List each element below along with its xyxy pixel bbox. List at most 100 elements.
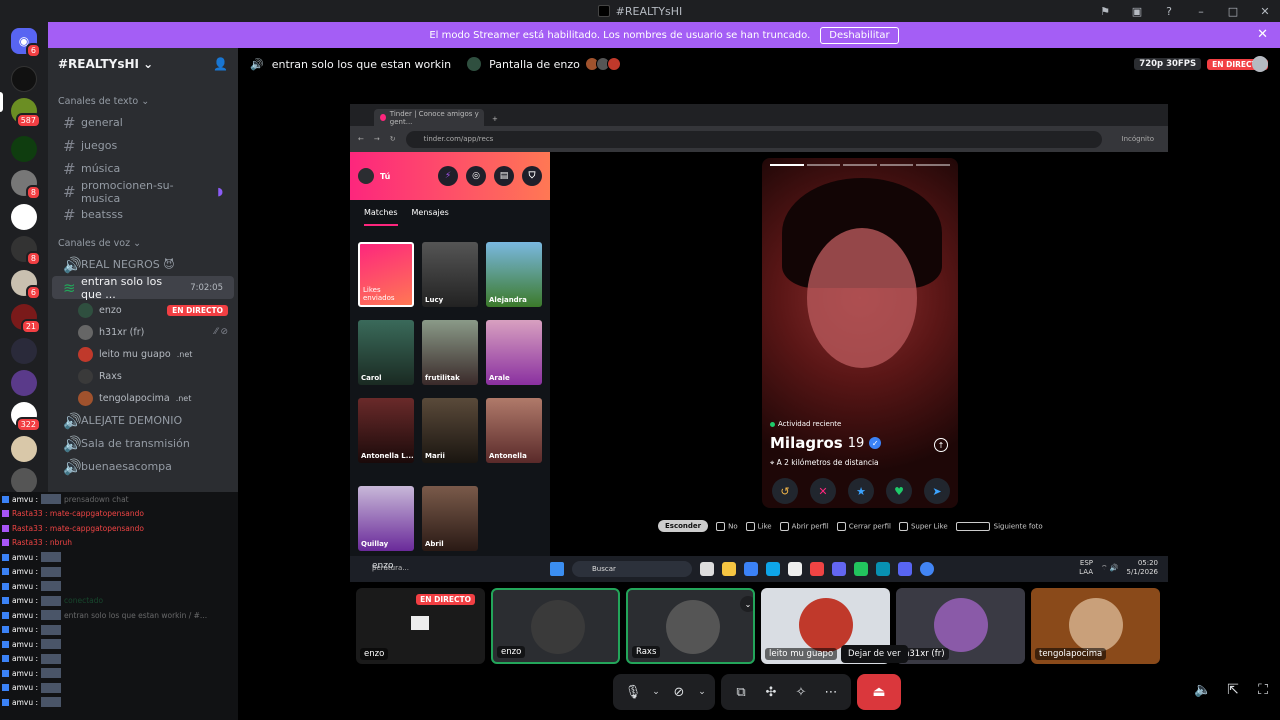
server-9[interactable] bbox=[11, 338, 37, 364]
voice-channel-alejate[interactable]: 🔊 ALEJATE DEMONIO bbox=[52, 409, 234, 432]
voice-user-tengolapocima[interactable]: tengolapocima .net bbox=[48, 387, 238, 409]
app-icon[interactable] bbox=[700, 562, 714, 576]
voice-channel-sala[interactable]: 🔊 Sala de transmisión bbox=[52, 432, 234, 455]
maximize-button[interactable]: □ bbox=[1226, 4, 1240, 18]
participant-tile-enzo[interactable]: enzo bbox=[491, 588, 620, 664]
chrome-icon[interactable] bbox=[920, 562, 934, 576]
app-icon[interactable] bbox=[876, 562, 890, 576]
server-4[interactable]: 8 bbox=[11, 170, 41, 200]
voice-channel-real-negros[interactable]: 🔊 REAL NEGROS 😈 bbox=[52, 253, 234, 276]
chevron-down-icon[interactable]: ⌄ bbox=[649, 678, 663, 706]
participant-tile-enzo-stream[interactable]: EN DIRECTO enzo bbox=[356, 588, 485, 664]
fullscreen-icon[interactable]: ⛶ bbox=[1256, 682, 1270, 698]
app-icon[interactable] bbox=[788, 562, 802, 576]
taskbar-search[interactable]: Buscar bbox=[572, 561, 692, 577]
participant-tile-raxs[interactable]: ⌄ Raxs bbox=[626, 588, 755, 664]
volume-icon[interactable]: 🔈 bbox=[1194, 682, 1211, 698]
add-user-icon[interactable]: 👤 bbox=[213, 57, 228, 71]
more-options-icon[interactable]: ⋯ bbox=[817, 678, 845, 706]
briefcase-icon[interactable]: ▤ bbox=[494, 166, 514, 186]
server-12[interactable] bbox=[11, 436, 37, 462]
nope-icon[interactable]: ✕ bbox=[810, 478, 836, 504]
chevron-down-icon[interactable]: ⌄ bbox=[740, 596, 753, 612]
voice-category[interactable]: Canales de voz ⌄ bbox=[48, 226, 238, 253]
match-tile[interactable]: Alejandra bbox=[486, 242, 542, 307]
screen-share-icon[interactable]: ⧉ bbox=[727, 678, 755, 706]
folder-icon[interactable] bbox=[722, 562, 736, 576]
chevron-down-icon[interactable]: ⌄ bbox=[695, 678, 709, 706]
match-tile[interactable]: Antonella L... bbox=[358, 398, 414, 463]
match-tile[interactable]: frutilitak bbox=[422, 320, 478, 385]
text-category[interactable]: Canales de texto ⌄ bbox=[48, 80, 238, 111]
browser-tab[interactable]: Tinder | Conoce amigos y gent... bbox=[374, 109, 484, 126]
soundboard-icon[interactable]: ✧ bbox=[787, 678, 815, 706]
like-icon[interactable]: ♥ bbox=[886, 478, 912, 504]
rewind-icon[interactable]: ↺ bbox=[772, 478, 798, 504]
reload-icon[interactable]: ↻ bbox=[390, 135, 396, 143]
app-icon[interactable] bbox=[744, 562, 758, 576]
channel-juegos[interactable]: # juegos bbox=[52, 134, 234, 157]
server-13[interactable] bbox=[11, 468, 37, 494]
voice-user-raxs[interactable]: Raxs bbox=[48, 365, 238, 387]
match-tile[interactable]: Abril bbox=[422, 486, 478, 551]
stop-watching-button[interactable]: ⏏ bbox=[857, 674, 901, 710]
activities-icon[interactable]: ✣ bbox=[757, 678, 785, 706]
likes-sent-tile[interactable]: Likes enviados bbox=[358, 242, 414, 307]
explore-icon[interactable]: ◎ bbox=[466, 166, 486, 186]
screen-icon[interactable]: ▣ bbox=[1130, 4, 1144, 18]
screen-share-view[interactable]: Tinder | Conoce amigos y gent... + ← → ↻… bbox=[350, 104, 1168, 582]
edge-icon[interactable] bbox=[766, 562, 780, 576]
close-window-button[interactable]: ✕ bbox=[1258, 4, 1272, 18]
popout-icon[interactable]: ⇱ bbox=[1226, 682, 1240, 698]
voice-channel-active[interactable]: ≋ entran solo los que ... 7:02:05 bbox=[52, 275, 234, 301]
channel-promocionen[interactable]: # promocionen-su-musica ◗ bbox=[52, 179, 234, 205]
avatar[interactable] bbox=[358, 168, 374, 184]
discord-taskbar-icon[interactable] bbox=[898, 562, 912, 576]
microphone-icon[interactable]: 🎙 bbox=[619, 678, 647, 706]
shield-icon[interactable]: ⛉ bbox=[522, 166, 542, 186]
voice-user-enzo[interactable]: enzo EN DIRECTO bbox=[48, 299, 238, 321]
server-10[interactable] bbox=[11, 370, 37, 396]
server-eno[interactable] bbox=[11, 204, 37, 230]
match-tile[interactable]: Arale bbox=[486, 320, 542, 385]
close-banner-icon[interactable]: ✕ bbox=[1257, 27, 1268, 42]
inbox-icon[interactable]: ⚑ bbox=[1098, 4, 1112, 18]
app-icon[interactable] bbox=[810, 562, 824, 576]
open-profile-icon[interactable]: ↑ bbox=[934, 438, 948, 452]
server-header[interactable]: #REALTYsHI ⌄ 👤 bbox=[48, 48, 238, 80]
boost-icon[interactable]: ⚡ bbox=[438, 166, 458, 186]
server-7[interactable]: 6 bbox=[11, 270, 41, 300]
voice-user-h31xr[interactable]: h31xr (fr) ⁄⁄ ⊘ bbox=[48, 321, 238, 343]
channel-musica[interactable]: # música bbox=[52, 157, 234, 180]
server-2[interactable]: 587 bbox=[11, 98, 41, 128]
voice-user-leito[interactable]: leito mu guapo .net bbox=[48, 343, 238, 365]
voice-channel-buenaesa[interactable]: 🔊 buenaesacompa bbox=[52, 455, 234, 478]
server-hacker-zone[interactable] bbox=[11, 136, 37, 162]
profile-card[interactable]: Actividad reciente Milagros 19 ✓ ⌖ A 2 k… bbox=[762, 158, 958, 508]
new-tab-icon[interactable]: + bbox=[484, 115, 498, 126]
help-icon[interactable]: ? bbox=[1162, 4, 1176, 18]
participants-icon[interactable] bbox=[1252, 56, 1268, 72]
forward-icon[interactable]: → bbox=[374, 135, 380, 143]
superlike-icon[interactable]: ★ bbox=[848, 478, 874, 504]
match-tile[interactable]: Carol bbox=[358, 320, 414, 385]
match-tile[interactable]: Marii bbox=[422, 398, 478, 463]
address-bar[interactable]: tinder.com/app/recs bbox=[405, 130, 1102, 148]
hide-button[interactable]: Esconder bbox=[658, 520, 709, 532]
server-realtyshi[interactable] bbox=[11, 66, 37, 92]
participant-tile-tengolapocima[interactable]: tengolapocima bbox=[1031, 588, 1160, 664]
participant-tile-h31xr[interactable]: h31xr (fr) bbox=[896, 588, 1025, 664]
server-8[interactable]: 21 bbox=[11, 304, 41, 334]
match-tile[interactable]: Lucy bbox=[422, 242, 478, 307]
viewer-avatars[interactable] bbox=[584, 57, 621, 71]
match-tile[interactable]: Quillay bbox=[358, 486, 414, 551]
app-icon[interactable] bbox=[854, 562, 868, 576]
minimize-button[interactable]: – bbox=[1194, 4, 1208, 18]
server-6[interactable]: 8 bbox=[11, 236, 41, 266]
channel-beatsss[interactable]: # beatsss bbox=[52, 203, 234, 226]
tab-mensajes[interactable]: Mensajes bbox=[412, 208, 449, 226]
camera-off-icon[interactable]: ⊘ bbox=[665, 678, 693, 706]
channel-general[interactable]: # general bbox=[52, 111, 234, 134]
server-11[interactable]: 322 bbox=[11, 402, 41, 432]
tab-matches[interactable]: Matches bbox=[364, 208, 398, 226]
